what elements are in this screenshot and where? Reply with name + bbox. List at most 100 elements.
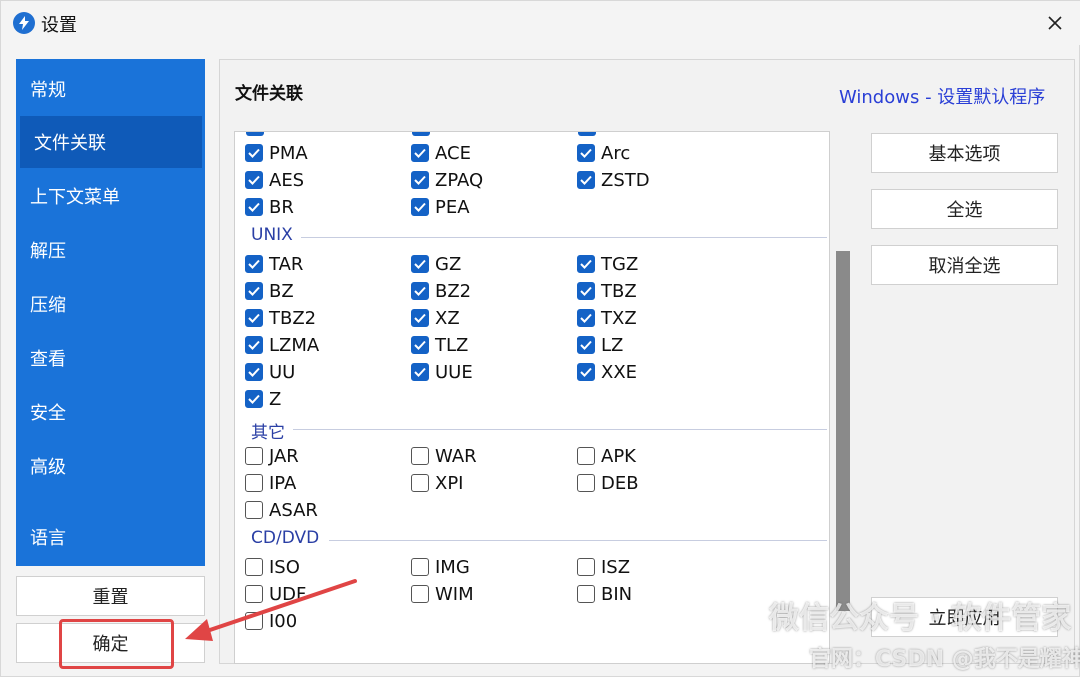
checkbox-checked-icon[interactable] <box>411 198 429 216</box>
checkbox-checked-icon[interactable] <box>577 336 595 354</box>
checkbox-checked-icon[interactable] <box>411 171 429 189</box>
checkbox-label: Arc <box>601 142 631 164</box>
checkbox-item-lz[interactable]: LZ <box>577 333 623 357</box>
annotation-highlight-box <box>59 619 174 669</box>
checkbox-item-jar[interactable]: JAR <box>245 444 299 468</box>
checkbox-item-asar[interactable]: ASAR <box>245 498 318 522</box>
checkbox-item-wim[interactable]: WIM <box>411 582 474 606</box>
basic-options-button[interactable]: 基本选项 <box>871 133 1058 173</box>
checkbox-checked-icon[interactable] <box>411 144 429 162</box>
checkbox-checked-icon[interactable] <box>577 282 595 300</box>
deselect-all-button[interactable]: 取消全选 <box>871 245 1058 285</box>
checkbox-checked-icon[interactable] <box>245 390 263 408</box>
checkbox-item-z[interactable]: Z <box>245 387 281 411</box>
checkbox-label: TBZ <box>601 280 637 302</box>
checkbox-item-uue[interactable]: UUE <box>411 360 473 384</box>
sidebar-item-security[interactable]: 安全 <box>16 386 205 438</box>
close-button[interactable] <box>1041 9 1069 37</box>
checkbox-checked-icon[interactable] <box>577 255 595 273</box>
sidebar-item-language[interactable]: 语言 <box>16 511 205 563</box>
checkbox-label: AES <box>269 169 305 191</box>
checkbox-label: PEA <box>435 196 470 218</box>
checkbox-item-bz[interactable]: BZ <box>245 279 294 303</box>
checkbox-unchecked-icon[interactable] <box>245 447 263 465</box>
checkbox-unchecked-icon[interactable] <box>411 585 429 603</box>
checkbox-checked-icon[interactable] <box>245 363 263 381</box>
sidebar-item-general[interactable]: 常规 <box>16 63 205 115</box>
checkbox-item-pea[interactable]: PEA <box>411 195 470 219</box>
checkbox-checked-icon[interactable] <box>577 309 595 327</box>
sidebar-item-extract[interactable]: 解压 <box>16 224 205 276</box>
checkbox-item-xz[interactable]: XZ <box>411 306 460 330</box>
checkbox-unchecked-icon[interactable] <box>245 501 263 519</box>
checkbox-checked-icon[interactable] <box>245 282 263 300</box>
checkbox-label: BR <box>269 196 294 218</box>
checkbox-checked-icon[interactable] <box>245 198 263 216</box>
checkbox-checked-icon[interactable] <box>577 363 595 381</box>
windows-default-programs-link[interactable]: Windows - 设置默认程序 <box>839 83 1045 109</box>
checkbox-item-tbz[interactable]: TBZ <box>577 279 637 303</box>
checkbox-label: IMG <box>435 556 470 578</box>
checkbox-checked-icon[interactable] <box>411 282 429 300</box>
checkbox-item-war[interactable]: WAR <box>411 444 477 468</box>
checkbox-item-ipa[interactable]: IPA <box>245 471 296 495</box>
checkbox-label: DEB <box>601 472 639 494</box>
checkbox-unchecked-icon[interactable] <box>411 474 429 492</box>
select-all-button[interactable]: 全选 <box>871 189 1058 229</box>
checkbox-item-apk[interactable]: APK <box>577 444 636 468</box>
checkbox-unchecked-icon[interactable] <box>245 558 263 576</box>
sidebar-item-view[interactable]: 查看 <box>16 332 205 384</box>
checkbox-item-zpaq[interactable]: ZPAQ <box>411 168 483 192</box>
checkbox-label: LZ <box>601 334 624 356</box>
checkbox-item-isz[interactable]: ISZ <box>577 555 630 579</box>
checkbox-item-arc[interactable]: Arc <box>577 141 630 165</box>
checkbox-item-tar[interactable]: TAR <box>245 252 303 276</box>
annotation-arrow-icon <box>185 579 357 641</box>
checkbox-item-txz[interactable]: TXZ <box>577 306 637 330</box>
checkbox-checked-icon[interactable] <box>577 144 595 162</box>
checkbox-item-gz[interactable]: GZ <box>411 252 461 276</box>
checkbox-item-tbz2[interactable]: TBZ2 <box>245 306 316 330</box>
checkbox-unchecked-icon[interactable] <box>577 474 595 492</box>
checkbox-item-zstd[interactable]: ZSTD <box>577 168 650 192</box>
checkbox-checked-icon[interactable] <box>411 363 429 381</box>
checkbox-label: XPI <box>435 472 464 494</box>
checkbox-checked-icon[interactable] <box>245 144 263 162</box>
checkbox-item-tgz[interactable]: TGZ <box>577 252 638 276</box>
checkbox-checked-icon[interactable] <box>577 171 595 189</box>
checkbox-item-tlz[interactable]: TLZ <box>411 333 468 357</box>
checkbox-unchecked-icon[interactable] <box>577 585 595 603</box>
checkbox-checked-icon[interactable] <box>245 309 263 327</box>
checkbox-unchecked-icon[interactable] <box>411 447 429 465</box>
scrollbar-thumb[interactable] <box>836 251 850 611</box>
checkbox-item-uu[interactable]: UU <box>245 360 295 384</box>
checkbox-item-br[interactable]: BR <box>245 195 294 219</box>
sidebar-item-advanced[interactable]: 高级 <box>16 440 205 492</box>
checkbox-label: IPA <box>269 472 297 494</box>
checkbox-item-bz2[interactable]: BZ2 <box>411 279 471 303</box>
checkbox-item-img[interactable]: IMG <box>411 555 470 579</box>
checkbox-checked-icon[interactable] <box>245 255 263 273</box>
checkbox-checked-icon[interactable] <box>411 309 429 327</box>
checkbox-checked-icon[interactable] <box>245 336 263 354</box>
checkbox-item-bin[interactable]: BIN <box>577 582 632 606</box>
checkbox-label: UU <box>269 361 296 383</box>
checkbox-checked-icon[interactable] <box>411 336 429 354</box>
sidebar-item-file-association[interactable]: 文件关联 <box>20 116 202 168</box>
checkbox-unchecked-icon[interactable] <box>577 558 595 576</box>
checkbox-checked-icon[interactable] <box>245 171 263 189</box>
checkbox-unchecked-icon[interactable] <box>577 447 595 465</box>
checkbox-item-lzma[interactable]: LZMA <box>245 333 319 357</box>
checkbox-item-ace[interactable]: ACE <box>411 141 471 165</box>
checkbox-item-aes[interactable]: AES <box>245 168 304 192</box>
checkbox-item-deb[interactable]: DEB <box>577 471 639 495</box>
checkbox-item-xxe[interactable]: XXE <box>577 360 637 384</box>
checkbox-checked-icon[interactable] <box>411 255 429 273</box>
sidebar-item-context-menu[interactable]: 上下文菜单 <box>16 170 205 222</box>
checkbox-label: Z <box>269 388 282 410</box>
checkbox-unchecked-icon[interactable] <box>245 474 263 492</box>
checkbox-item-xpi[interactable]: XPI <box>411 471 464 495</box>
checkbox-item-pma[interactable]: PMA <box>245 141 308 165</box>
checkbox-unchecked-icon[interactable] <box>411 558 429 576</box>
sidebar-item-compress[interactable]: 压缩 <box>16 278 205 330</box>
